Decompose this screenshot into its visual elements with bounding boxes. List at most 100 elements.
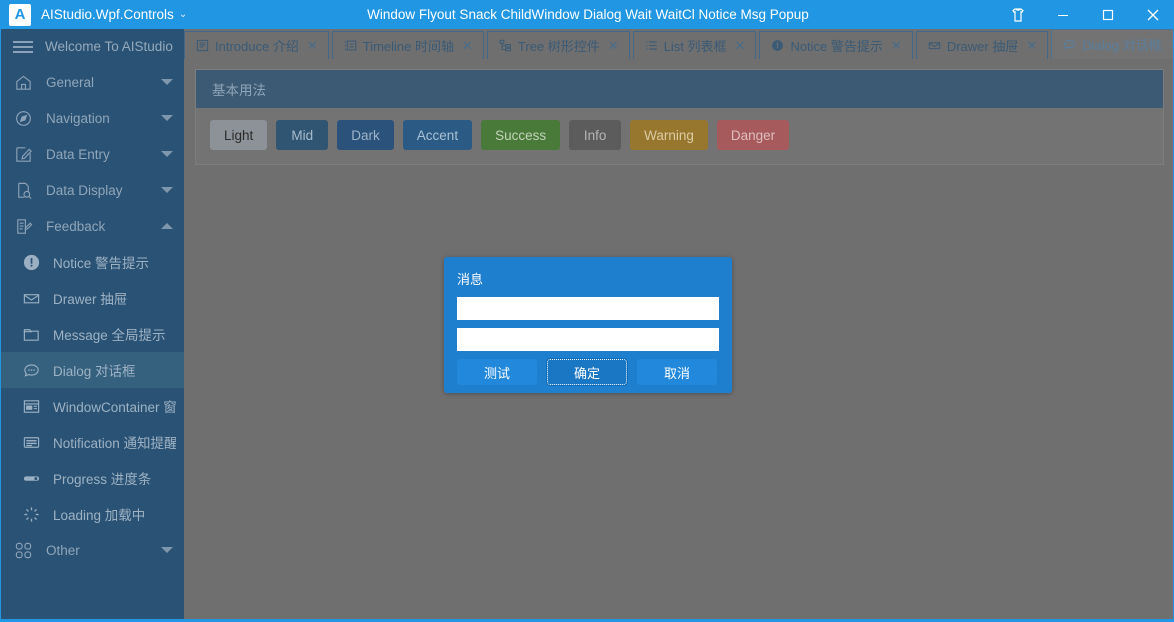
- folder-icon: [20, 323, 42, 345]
- list-icon: [644, 38, 659, 53]
- app-name-chevron-down-icon[interactable]: ⌄: [179, 9, 187, 20]
- sidebar-group-label: Data Entry: [46, 146, 110, 162]
- progress-pill-icon: [20, 467, 42, 489]
- sidebar-item-dialog[interactable]: Dialog 对话框: [1, 352, 184, 388]
- danger-button[interactable]: Danger: [716, 120, 790, 150]
- chevron-down-icon[interactable]: [161, 115, 173, 121]
- chevron-up-icon[interactable]: [161, 223, 173, 229]
- inbox-icon: [20, 287, 42, 309]
- card-header: 基本用法: [196, 70, 1163, 108]
- app-logo-icon: A: [9, 3, 31, 26]
- hamburger-icon[interactable]: [13, 40, 33, 54]
- window-icon: [20, 395, 42, 417]
- light-button[interactable]: Light: [210, 120, 268, 150]
- sidebar-group-general[interactable]: General: [1, 64, 184, 100]
- tab-list[interactable]: List 列表框 ✕: [632, 31, 757, 59]
- tab-close-icon[interactable]: ✕: [1026, 38, 1037, 54]
- basic-usage-card: 基本用法 Light Mid Dark Accent Success Info …: [195, 69, 1164, 165]
- card-title: 基本用法: [212, 83, 266, 98]
- tab-close-icon[interactable]: ✕: [462, 38, 473, 54]
- tab-close-icon[interactable]: ✕: [608, 38, 619, 54]
- sidebar-item-loading[interactable]: Loading 加载中: [1, 496, 184, 532]
- dialog-test-button[interactable]: 测试: [457, 359, 537, 385]
- timeline-icon: [343, 38, 358, 53]
- warning-button[interactable]: Warning: [630, 120, 708, 150]
- file-search-icon: [13, 180, 33, 200]
- tab-close-icon[interactable]: ✕: [307, 38, 318, 54]
- sidebar-item-notification[interactable]: Notification 通知提醒: [1, 424, 184, 460]
- sidebar-group-other[interactable]: Other: [1, 532, 184, 568]
- tab-close-icon[interactable]: ✕: [735, 38, 746, 54]
- chevron-down-icon[interactable]: [161, 187, 173, 193]
- sidebar-header[interactable]: Welcome To AIStudio: [1, 29, 184, 64]
- sidebar-item-message[interactable]: Message 全局提示: [1, 316, 184, 352]
- sidebar-group-label: General: [46, 74, 95, 90]
- tab-label: Dialog 对话框: [1082, 38, 1162, 53]
- tree-icon: [498, 38, 513, 53]
- sidebar-item-label: Notice 警告提示: [53, 256, 150, 271]
- minimize-button[interactable]: [1040, 0, 1085, 29]
- home-icon: [13, 72, 33, 92]
- tab-drawer[interactable]: Drawer 抽屉 ✕: [915, 31, 1049, 59]
- lines-icon: [20, 431, 42, 453]
- sidebar-item-label: Loading 加载中: [53, 508, 146, 523]
- sidebar-group-navigation[interactable]: Navigation: [1, 100, 184, 136]
- sidebar-item-label: Notification 通知提醒: [53, 436, 176, 451]
- exclamation-circle-icon: [770, 38, 785, 53]
- close-button[interactable]: [1130, 0, 1173, 29]
- sidebar-group-label: Navigation: [46, 110, 110, 126]
- window-controls: [995, 0, 1173, 29]
- tab-tree[interactable]: Tree 树形控件 ✕: [486, 31, 630, 59]
- dialog-confirm-button[interactable]: 确定: [546, 358, 628, 386]
- sidebar-item-windowcontainer[interactable]: WindowContainer 窗: [1, 388, 184, 424]
- edit-box-icon: [13, 144, 33, 164]
- spinner-icon: [20, 503, 42, 525]
- message-dialog: 消息 测试 确定 取消: [444, 257, 732, 393]
- sidebar-header-label: Welcome To AIStudio: [45, 39, 173, 54]
- sidebar-group-feedback[interactable]: Feedback: [1, 208, 184, 244]
- chat-bubble-icon: [1062, 37, 1077, 52]
- success-button[interactable]: Success: [481, 120, 561, 150]
- tab-introduce[interactable]: Introduce 介绍 ✕: [184, 31, 329, 59]
- dialog-cancel-button[interactable]: 取消: [637, 359, 717, 385]
- chevron-down-icon[interactable]: [161, 151, 173, 157]
- dialog-button-row: 测试 确定 取消: [457, 358, 719, 386]
- sidebar-item-label: Progress 进度条: [53, 472, 152, 487]
- sidebar-item-label: Drawer 抽屉: [53, 292, 128, 307]
- tab-dialog[interactable]: Dialog 对话框 ✕: [1051, 29, 1173, 59]
- chat-bubble-icon: [20, 359, 42, 381]
- window-title: Window Flyout Snack ChildWindow Dialog W…: [367, 7, 809, 22]
- sidebar: Welcome To AIStudio General Navigation D…: [1, 29, 184, 620]
- tab-timeline[interactable]: Timeline 时间轴 ✕: [331, 31, 484, 59]
- tab-label: Notice 警告提示: [790, 39, 883, 54]
- chevron-down-icon[interactable]: [161, 547, 173, 553]
- sidebar-item-progress[interactable]: Progress 进度条: [1, 460, 184, 496]
- sidebar-item-label: Dialog 对话框: [53, 364, 136, 379]
- dark-button[interactable]: Dark: [337, 120, 394, 150]
- sidebar-group-data-display[interactable]: Data Display: [1, 172, 184, 208]
- chevron-down-icon[interactable]: [161, 79, 173, 85]
- tab-label: List 列表框: [663, 39, 727, 54]
- grid-squares-icon: [13, 540, 33, 560]
- sidebar-group-data-entry[interactable]: Data Entry: [1, 136, 184, 172]
- dialog-input-one[interactable]: [457, 297, 719, 320]
- dialog-input-two[interactable]: [457, 328, 719, 351]
- mid-button[interactable]: Mid: [276, 120, 329, 150]
- tshirt-icon[interactable]: [995, 0, 1040, 29]
- tab-close-icon[interactable]: ✕: [891, 38, 902, 54]
- sidebar-item-notice[interactable]: Notice 警告提示: [1, 244, 184, 280]
- sidebar-item-label: WindowContainer 窗: [53, 400, 176, 415]
- sidebar-group-label: Other: [46, 542, 80, 558]
- window-bottom-border: [1, 619, 1173, 621]
- title-bar: A AIStudio.Wpf.Controls ⌄ Window Flyout …: [1, 0, 1173, 29]
- info-button[interactable]: Info: [569, 120, 622, 150]
- sidebar-item-drawer[interactable]: Drawer 抽屉: [1, 280, 184, 316]
- application-window: A AIStudio.Wpf.Controls ⌄ Window Flyout …: [0, 0, 1174, 622]
- accent-button[interactable]: Accent: [402, 120, 473, 150]
- app-name-label[interactable]: AIStudio.Wpf.Controls: [41, 7, 174, 22]
- sidebar-item-label: Message 全局提示: [53, 328, 166, 343]
- tab-close-icon[interactable]: ✕: [1170, 37, 1173, 53]
- tab-notice[interactable]: Notice 警告提示 ✕: [759, 31, 913, 59]
- maximize-button[interactable]: [1085, 0, 1130, 29]
- tab-label: Introduce 介绍: [215, 39, 299, 54]
